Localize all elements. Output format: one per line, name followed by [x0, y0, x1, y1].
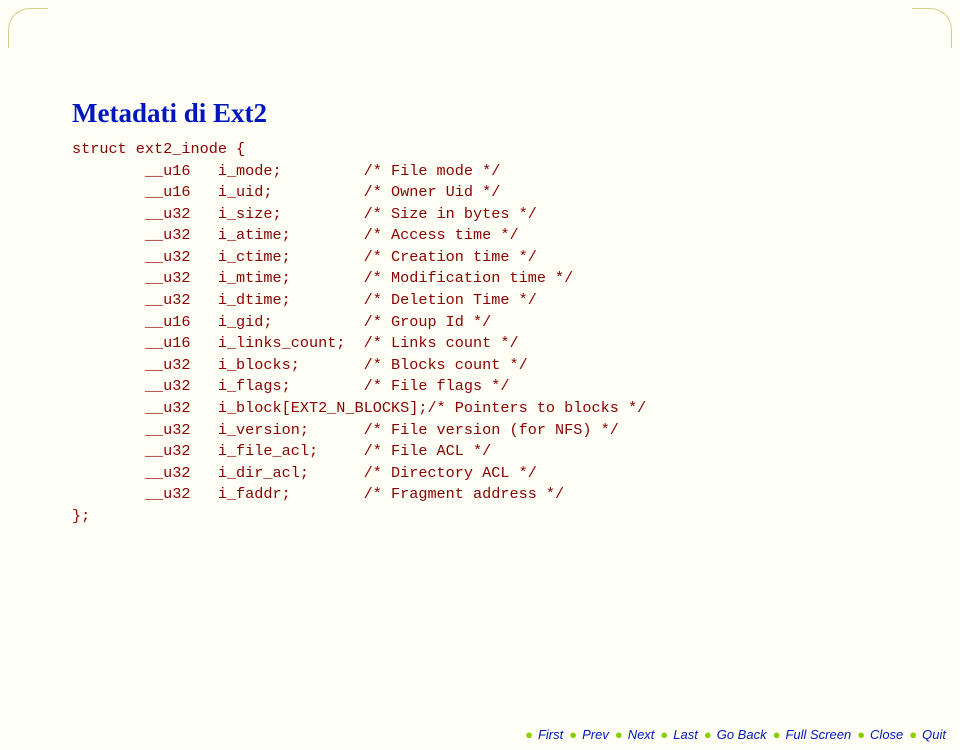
nav-bullet-icon: ●: [909, 727, 917, 742]
nav-prev[interactable]: Prev: [582, 727, 609, 742]
page-title: Metadati di Ext2: [72, 98, 888, 129]
nav-next[interactable]: Next: [628, 727, 655, 742]
nav-quit[interactable]: Quit: [922, 727, 946, 742]
nav-bullet-icon: ●: [857, 727, 865, 742]
nav-bullet-icon: ●: [704, 727, 712, 742]
nav-bullet-icon: ●: [660, 727, 668, 742]
nav-bar: ● First ● Prev ● Next ● Last ● Go Back ● Full Scree…: [519, 727, 946, 742]
nav-first[interactable]: First: [538, 727, 563, 742]
nav-full-screen[interactable]: Full Screen: [785, 727, 851, 742]
nav-bullet-icon: ●: [615, 727, 623, 742]
nav-close[interactable]: Close: [870, 727, 903, 742]
nav-last[interactable]: Last: [673, 727, 698, 742]
nav-bullet-icon: ●: [525, 727, 533, 742]
nav-bullet-icon: ●: [569, 727, 577, 742]
code-block: struct ext2_inode { __u16 i_mode; /* Fil…: [72, 139, 888, 527]
nav-bullet-icon: ●: [773, 727, 781, 742]
nav-go-back[interactable]: Go Back: [717, 727, 767, 742]
